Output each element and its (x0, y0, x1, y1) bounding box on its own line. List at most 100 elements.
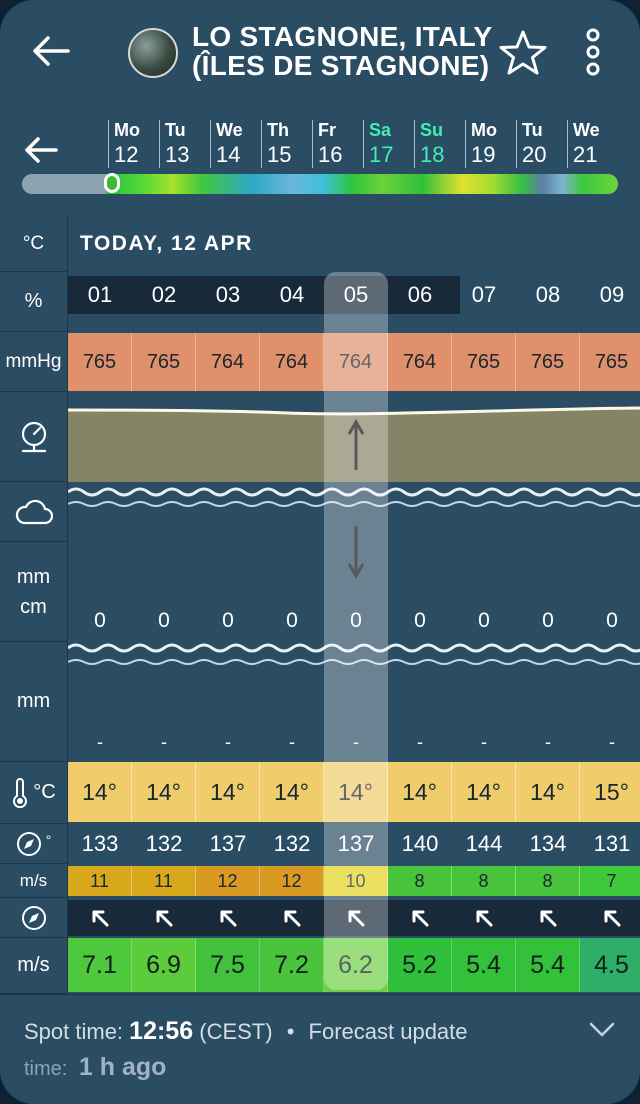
day-mo-12[interactable]: Mo 12 (108, 120, 161, 168)
day-th-15[interactable]: Th 15 (261, 120, 314, 168)
wind-speed-cell: 5.2 (388, 938, 452, 992)
back-arrow-icon[interactable] (28, 28, 74, 74)
timeline-thumb[interactable] (104, 173, 120, 193)
rain-cell: - (481, 731, 487, 752)
wind-direction-cell: 133 (81, 831, 119, 856)
wind-speed-cell: 5.4 (516, 938, 580, 992)
hour-cell: 03 (215, 282, 241, 307)
label-gust: m/s (0, 864, 67, 898)
wind-speed-cell: 6.2 (324, 938, 388, 992)
rain-cell: - (609, 731, 615, 752)
snow-cell: 0 (606, 609, 618, 632)
snow-cell: 0 (94, 609, 106, 632)
label-temperature-unit: °C (0, 216, 67, 272)
day-name: Mo (471, 120, 497, 140)
spot-time-line: Spot time: 12:56 (CEST) • Forecast updat… (24, 1017, 468, 1046)
spot-time-value: 12:56 (129, 1017, 194, 1045)
more-options-icon[interactable] (578, 26, 608, 78)
day-date: 20 (522, 142, 547, 167)
pressure-cell: 765 (132, 333, 196, 391)
rain-cell: - (417, 731, 423, 752)
label-air-temp-unit: °C (33, 781, 56, 803)
wind-direction-cell: 140 (401, 831, 439, 856)
rain-cell: - (353, 731, 359, 752)
wind-direction-cell: 132 (273, 831, 311, 856)
rain-cell: - (225, 731, 231, 752)
day-tu-20[interactable]: Tu 20 (516, 120, 569, 168)
day-date: 21 (573, 142, 598, 167)
wind-arrow-icon (68, 900, 132, 936)
footer: Spot time: 12:56 (CEST) • Forecast updat… (0, 994, 640, 1104)
forecast-update-label: Forecast update (308, 1019, 468, 1044)
day-name: Su (420, 120, 444, 140)
day-fr-16[interactable]: Fr 16 (312, 120, 365, 168)
temperature-cell: 14° (516, 762, 580, 822)
wind-direction-cell: 144 (465, 831, 503, 856)
rain-cell: - (545, 731, 551, 752)
spot-avatar (128, 28, 178, 78)
wind-arrow-icon (324, 900, 388, 936)
hour-cell: 01 (87, 282, 113, 307)
wind-direction-cell: 132 (145, 831, 183, 856)
today-label: TODAY, 12 APR (80, 232, 253, 255)
day-su-18[interactable]: Su 18 (414, 120, 467, 168)
pressure-cell: 764 (196, 333, 260, 391)
gust-cell: 8 (388, 866, 452, 896)
snow-cell: 0 (350, 609, 362, 632)
day-name: Tu (165, 120, 186, 140)
temperature-cell: 14° (452, 762, 516, 822)
compass-icon (16, 831, 41, 856)
update-time-line: time: 1 h ago (24, 1053, 166, 1082)
label-snow: mm cm (0, 542, 67, 642)
day-date: 19 (471, 142, 496, 167)
spot-title: LO STAGNONE, ITALY (ÎLES DE STAGNONE) (192, 22, 492, 80)
pressure-cell: 764 (260, 333, 324, 391)
wind-arrow-icon (516, 900, 580, 936)
gust-cell: 8 (452, 866, 516, 896)
wind-arrow-icon (196, 900, 260, 936)
label-pressure: mmHg (0, 332, 67, 392)
snow-cell: 0 (542, 609, 554, 632)
day-name: We (573, 120, 600, 140)
gust-cell: 7 (580, 866, 640, 896)
title-line-2: (ÎLES DE STAGNONE) (192, 50, 490, 81)
label-snow-cm: cm (20, 595, 47, 618)
label-direction-unit: ° (45, 832, 52, 848)
favorite-star-icon[interactable] (498, 28, 548, 78)
wind-direction-cell: 137 (209, 831, 247, 856)
label-wind: m/s (0, 938, 67, 994)
update-time-label: time: (24, 1058, 68, 1080)
wind-speed-cell: 4.5 (580, 938, 640, 992)
temperature-cell: 14° (324, 762, 388, 822)
temperature-cell: 14° (260, 762, 324, 822)
chevron-down-icon[interactable] (588, 1021, 616, 1039)
day-sa-17[interactable]: Sa 17 (363, 120, 416, 168)
wind-speed-cell: 7.5 (196, 938, 260, 992)
rain-cell: - (161, 731, 167, 752)
hour-cell: 05 (343, 282, 369, 307)
wind-direction-cell: 134 (529, 831, 567, 856)
day-mo-19[interactable]: Mo 19 (465, 120, 518, 168)
forecast-grid[interactable]: TODAY, 12 APR 01 02 03 04 05 06 07 08 09 765 765 76… (68, 216, 640, 994)
hour-cell: 09 (599, 282, 625, 307)
day-name: We (216, 120, 243, 140)
gust-cell: 11 (132, 866, 196, 896)
label-direction: ° (0, 824, 67, 864)
day-we-14[interactable]: We 14 (210, 120, 263, 168)
label-snow-mm: mm (16, 565, 51, 588)
day-tu-13[interactable]: Tu 13 (159, 120, 212, 168)
day-we-21[interactable]: We 21 (567, 120, 620, 168)
pressure-cell: 765 (516, 333, 580, 391)
day-date: 18 (420, 142, 445, 167)
update-time-value: 1 h ago (78, 1053, 167, 1081)
pressure-cell: 765 (68, 333, 132, 391)
temperature-cell: 14° (388, 762, 452, 822)
title-line-1: LO STAGNONE, ITALY (192, 21, 493, 52)
hour-cell: 07 (471, 282, 497, 307)
day-name: Mo (114, 120, 140, 140)
snow-cell: 0 (222, 609, 234, 632)
days-back-arrow-icon[interactable] (22, 132, 62, 168)
day-name: Tu (522, 120, 543, 140)
wind-direction-cell: 137 (337, 831, 375, 856)
forecast-screen: LO STAGNONE, ITALY (ÎLES DE STAGNONE) Mo… (0, 0, 640, 1104)
